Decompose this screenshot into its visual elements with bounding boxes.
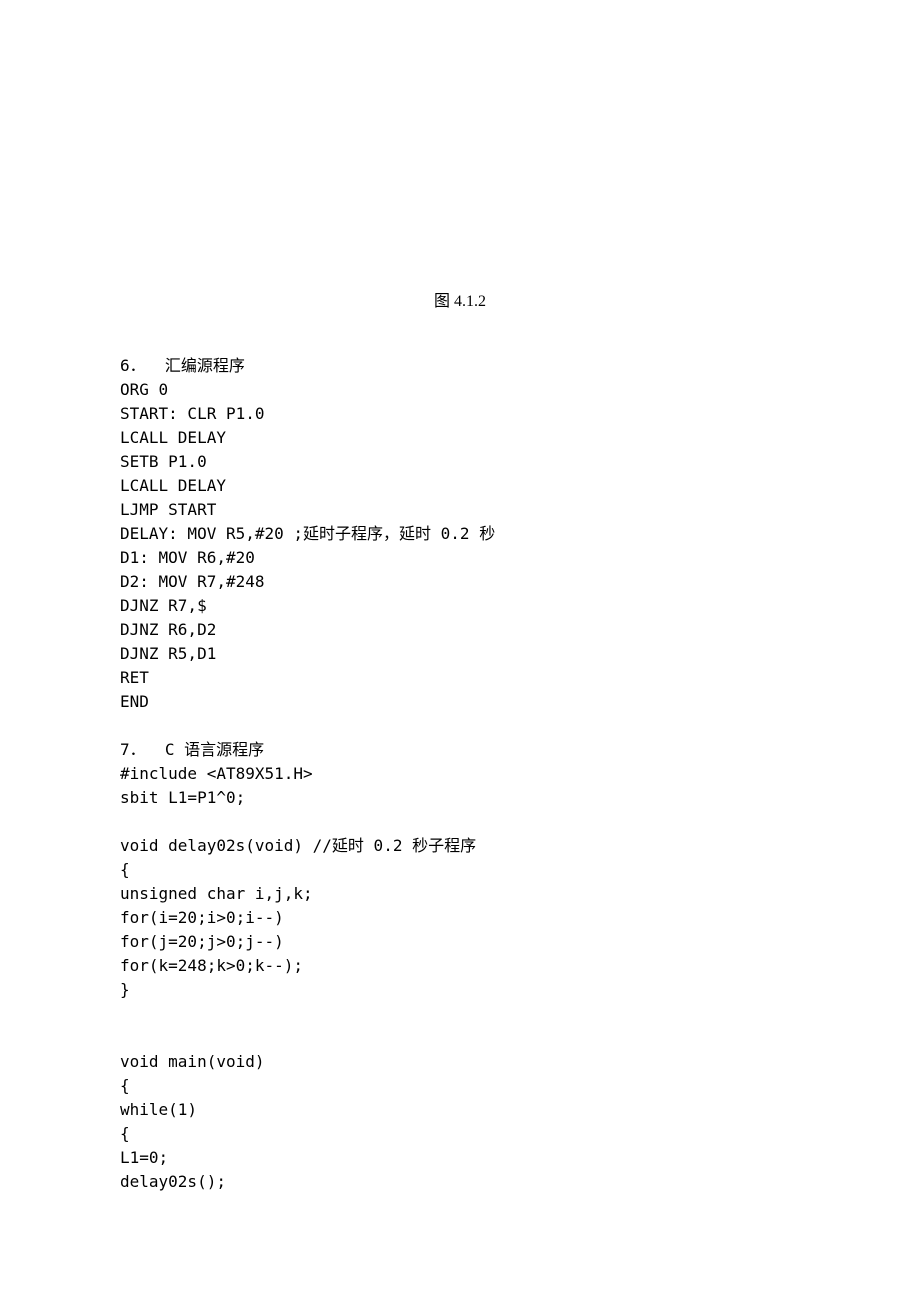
asm-code-line: DJNZ R6,D2	[120, 618, 800, 642]
c-code-line: sbit L1=P1^0;	[120, 786, 800, 810]
document-page: 图 4.1.2 6． 汇编源程序 ORG 0 START: CLR P1.0 L…	[0, 0, 920, 1274]
c-code-line: }	[120, 978, 800, 1002]
section-6-heading: 6． 汇编源程序	[120, 354, 800, 378]
asm-code-line: DELAY: MOV R5,#20 ;延时子程序，延时 0.2 秒	[120, 522, 800, 546]
c-code-line: #include <AT89X51.H>	[120, 762, 800, 786]
blank-line	[120, 1002, 800, 1026]
c-code-line: unsigned char i,j,k;	[120, 882, 800, 906]
asm-code-line: D1: MOV R6,#20	[120, 546, 800, 570]
asm-code-line: LCALL DELAY	[120, 474, 800, 498]
blank-line	[120, 810, 800, 834]
figure-caption: 图 4.1.2	[120, 290, 800, 314]
c-code-line: void main(void)	[120, 1050, 800, 1074]
section-7-heading: 7． C 语言源程序	[120, 738, 800, 762]
asm-code-line: SETB P1.0	[120, 450, 800, 474]
c-code-line: for(i=20;i>0;i--)	[120, 906, 800, 930]
asm-code-line: D2: MOV R7,#248	[120, 570, 800, 594]
c-code-line: delay02s();	[120, 1170, 800, 1194]
c-code-line: {	[120, 1074, 800, 1098]
asm-code-line: ORG 0	[120, 378, 800, 402]
c-code-line: for(j=20;j>0;j--)	[120, 930, 800, 954]
c-code-line: {	[120, 858, 800, 882]
c-code-line: {	[120, 1122, 800, 1146]
blank-line	[120, 1026, 800, 1050]
c-code-line: while(1)	[120, 1098, 800, 1122]
c-code-line: L1=0;	[120, 1146, 800, 1170]
blank-line	[120, 714, 800, 738]
asm-code-line: LJMP START	[120, 498, 800, 522]
c-code-line: for(k=248;k>0;k--);	[120, 954, 800, 978]
c-code-line: void delay02s(void) //延时 0.2 秒子程序	[120, 834, 800, 858]
asm-code-line: END	[120, 690, 800, 714]
asm-code-line: START: CLR P1.0	[120, 402, 800, 426]
asm-code-line: DJNZ R5,D1	[120, 642, 800, 666]
asm-code-line: RET	[120, 666, 800, 690]
asm-code-line: DJNZ R7,$	[120, 594, 800, 618]
asm-code-line: LCALL DELAY	[120, 426, 800, 450]
